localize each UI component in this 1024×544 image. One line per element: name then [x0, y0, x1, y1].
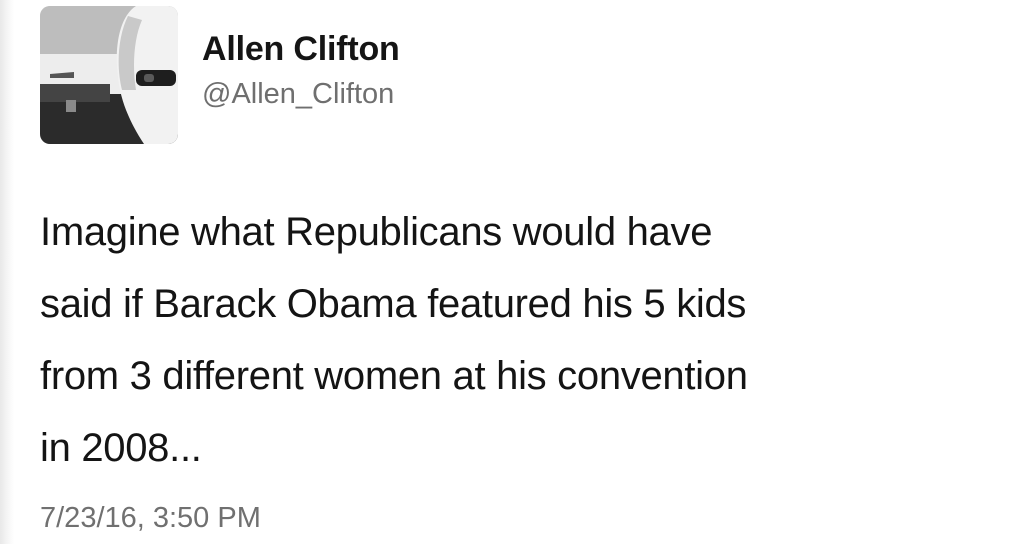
- tweet-timestamp[interactable]: 7/23/16, 3:50 PM: [40, 502, 261, 535]
- tweet-text: Imagine what Republicans would have said…: [40, 196, 1000, 484]
- tweet-text-line: from 3 different women at his convention: [40, 354, 748, 398]
- avatar[interactable]: [40, 6, 178, 144]
- tweet-text-line: in 2008...: [40, 426, 202, 470]
- tweet-text-line: said if Barack Obama featured his 5 kids: [40, 282, 747, 326]
- author-handle[interactable]: @Allen_Clifton: [202, 78, 394, 111]
- tweet-text-line: Imagine what Republicans would have: [40, 210, 713, 254]
- tweet-card: Allen Clifton @Allen_Clifton Imagine wha…: [0, 0, 1024, 544]
- profile-photo-icon: [40, 6, 178, 144]
- author-display-name[interactable]: Allen Clifton: [202, 30, 400, 69]
